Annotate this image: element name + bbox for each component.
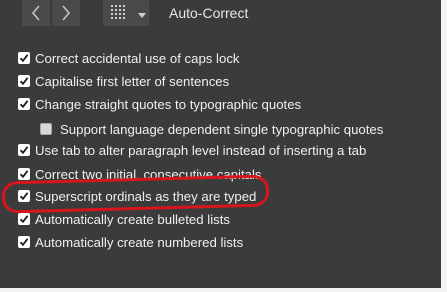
grid-menu-dropdown[interactable] bbox=[135, 0, 149, 26]
forward-button[interactable] bbox=[52, 0, 80, 26]
checkbox-checked[interactable] bbox=[18, 168, 30, 180]
checkbox-checked[interactable] bbox=[18, 52, 30, 64]
caret-down-icon bbox=[138, 4, 146, 23]
toolbar: Auto-Correct bbox=[0, 0, 441, 30]
option-label: Capitalise first letter of sentences bbox=[35, 73, 230, 89]
checkmark-icon bbox=[19, 77, 29, 86]
option-row[interactable]: Automatically create bulleted lists bbox=[18, 210, 230, 228]
option-label: Automatically create bulleted lists bbox=[35, 211, 230, 227]
back-button[interactable] bbox=[22, 0, 50, 26]
option-label: Automatically create numbered lists bbox=[35, 234, 244, 250]
chevron-left-icon bbox=[31, 5, 41, 21]
option-row[interactable]: Support language dependent single typogr… bbox=[40, 120, 383, 138]
grid-view-button[interactable] bbox=[103, 0, 135, 26]
checkbox-checked[interactable] bbox=[18, 144, 30, 156]
checkmark-icon bbox=[19, 54, 29, 63]
checkbox-checked[interactable] bbox=[18, 75, 30, 87]
checkbox-checked[interactable] bbox=[18, 236, 30, 248]
grid-icon bbox=[111, 4, 127, 23]
checkmark-icon bbox=[19, 100, 29, 109]
option-row[interactable]: Automatically create numbered lists bbox=[18, 233, 243, 251]
auto-correct-panel: Auto-Correct Correct accidental use of c… bbox=[0, 0, 441, 288]
option-row[interactable]: Capitalise first letter of sentences bbox=[18, 72, 229, 90]
checkmark-icon bbox=[19, 146, 29, 155]
option-label: Support language dependent single typogr… bbox=[60, 121, 384, 137]
option-label: Use tab to alter paragraph level instead… bbox=[35, 142, 367, 158]
checkmark-icon bbox=[19, 238, 29, 247]
chevron-right-icon bbox=[61, 5, 71, 21]
option-row[interactable]: Use tab to alter paragraph level instead… bbox=[18, 141, 366, 159]
option-label: Change straight quotes to typographic qu… bbox=[35, 96, 302, 112]
option-row[interactable]: Change straight quotes to typographic qu… bbox=[18, 95, 301, 113]
page-title: Auto-Correct bbox=[169, 5, 249, 21]
option-label: Correct accidental use of caps lock bbox=[35, 50, 240, 66]
checkbox-unchecked[interactable] bbox=[40, 123, 52, 135]
checkbox-checked[interactable] bbox=[18, 213, 30, 225]
option-row[interactable]: Correct accidental use of caps lock bbox=[18, 49, 240, 67]
checkmark-icon bbox=[19, 170, 29, 179]
checkmark-icon bbox=[19, 215, 29, 224]
checkbox-checked[interactable] bbox=[18, 98, 30, 110]
